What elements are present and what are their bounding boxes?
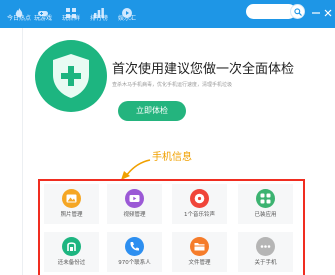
folder-icon — [190, 237, 209, 256]
tile-backup[interactable]: 还未备份过 — [44, 232, 99, 272]
top-navigation-bar: 今日热点 玩游戏 玩新鲜 排行榜 娱乐汇 — [0, 0, 335, 28]
backup-icon — [62, 237, 81, 256]
tile-ringtones[interactable]: 1个音乐铃声 — [172, 184, 227, 224]
minimize-icon[interactable] — [312, 9, 320, 17]
flame-icon — [14, 3, 24, 18]
nav-item-entertainment[interactable]: 娱乐汇 — [114, 2, 140, 26]
play-icon — [122, 3, 132, 18]
check-now-button[interactable]: 立即体检 — [118, 101, 186, 121]
shield-icon — [53, 54, 89, 98]
photo-icon — [62, 189, 81, 208]
video-icon — [125, 189, 144, 208]
tile-file-management[interactable]: 文件管理 — [172, 232, 227, 272]
phone-info-annotation: 手机信息 — [152, 152, 192, 163]
tile-photo-management[interactable]: 照片管理 — [44, 184, 99, 224]
search-icon — [294, 8, 302, 16]
health-check-badge — [35, 40, 107, 112]
game-icon — [38, 3, 48, 16]
page-subtitle: 查杀木马手机病毒，优化手机运行速度，清理手机垃圾 — [112, 82, 233, 88]
grid-icon — [66, 3, 76, 18]
more-icon — [256, 237, 275, 256]
tile-about-phone[interactable]: 关于手机 — [238, 232, 293, 272]
tile-contacts[interactable]: 970个联系人 — [107, 232, 162, 272]
search-button[interactable] — [290, 4, 305, 19]
tile-video-management[interactable]: 视频管理 — [107, 184, 162, 224]
close-icon[interactable] — [324, 9, 332, 17]
apps-icon — [256, 189, 275, 208]
search-input[interactable] — [246, 4, 296, 19]
tile-installed-apps[interactable]: 已装应用 — [238, 184, 293, 224]
contacts-icon — [125, 237, 144, 256]
music-icon — [190, 189, 209, 208]
chart-icon — [94, 3, 104, 18]
page-title: 首次使用建议您做一次全面体检 — [112, 62, 295, 77]
